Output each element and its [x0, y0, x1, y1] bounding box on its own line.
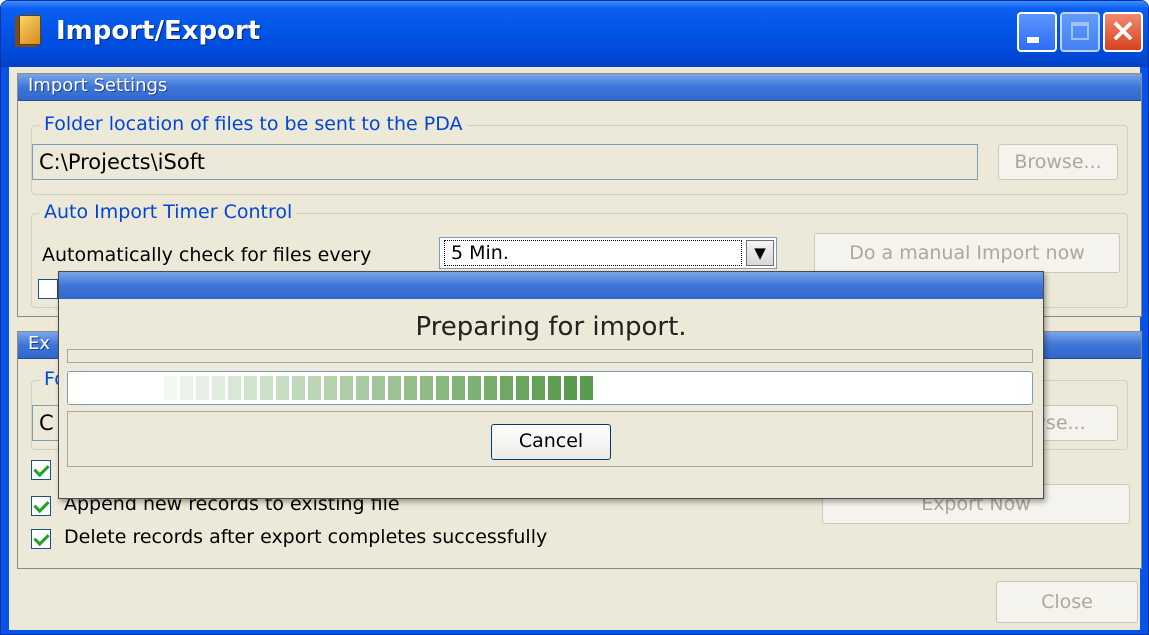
progress-segment [580, 376, 593, 400]
title-bar[interactable]: Import/Export × [1, 1, 1148, 67]
minimize-button[interactable] [1017, 12, 1057, 52]
progress-fill [68, 376, 1032, 400]
progress-segment [196, 376, 209, 400]
progress-segment [516, 376, 529, 400]
progress-segment [404, 376, 417, 400]
progress-segment [292, 376, 305, 400]
app-book-icon [15, 15, 41, 47]
progress-segment [484, 376, 497, 400]
append-records-checkbox[interactable] [31, 496, 51, 516]
progress-segment [324, 376, 337, 400]
delete-records-label: Delete records after export completes su… [64, 526, 548, 548]
auto-import-timer-legend: Auto Import Timer Control [40, 201, 297, 223]
progress-segment [548, 376, 561, 400]
window-title: Import/Export [56, 16, 261, 46]
progress-segment [244, 376, 257, 400]
close-window-button[interactable]: × [1103, 11, 1143, 52]
import-export-window: Import/Export × Import Settings Folder l… [0, 0, 1149, 635]
interval-select-value: 5 Min. [444, 240, 742, 266]
progress-segment [564, 376, 577, 400]
progress-segment [212, 376, 225, 400]
maximize-icon [1071, 22, 1089, 40]
manual-import-button[interactable]: Do a manual Import now [814, 233, 1120, 273]
progress-divider-bar [67, 349, 1033, 363]
progress-message: Preparing for import. [415, 312, 687, 342]
progress-segment [372, 376, 385, 400]
progress-segment [164, 376, 177, 400]
close-icon: × [1109, 11, 1137, 49]
cancel-button[interactable]: Cancel [491, 424, 611, 460]
progress-dialog-title-bar[interactable] [59, 272, 1043, 299]
import-settings-title: Import Settings [28, 75, 168, 96]
export-option-checkbox-1[interactable] [31, 460, 51, 480]
chevron-down-icon[interactable]: ▼ [746, 240, 774, 266]
progress-segment [452, 376, 465, 400]
progress-segment [420, 376, 433, 400]
progress-segment [180, 376, 193, 400]
delete-records-checkbox[interactable] [31, 529, 51, 549]
minimize-icon [1027, 37, 1039, 43]
close-button[interactable]: Close [996, 581, 1138, 623]
progress-segment [356, 376, 369, 400]
export-settings-title: Ex [28, 333, 51, 354]
progress-segment [388, 376, 401, 400]
import-browse-button[interactable]: Browse... [998, 144, 1118, 180]
import-progress-bar [67, 371, 1033, 405]
import-settings-header: Import Settings [18, 74, 1141, 101]
interval-select[interactable]: 5 Min. ▼ [439, 237, 777, 269]
progress-segment [468, 376, 481, 400]
import-progress-dialog: Preparing for import. Cancel [58, 271, 1044, 499]
progress-segment [228, 376, 241, 400]
folder-location-legend: Folder location of files to be sent to t… [40, 113, 467, 135]
progress-segment [436, 376, 449, 400]
progress-segment [260, 376, 273, 400]
folder-location-group: Folder location of files to be sent to t… [31, 113, 1128, 195]
progress-segment [500, 376, 513, 400]
progress-segment [308, 376, 321, 400]
auto-import-enable-checkbox[interactable] [38, 279, 58, 299]
progress-segment [532, 376, 545, 400]
maximize-button[interactable] [1060, 12, 1100, 52]
check-interval-label: Automatically check for files every [42, 244, 372, 266]
progress-segment [276, 376, 289, 400]
window-border-bottom [1, 630, 1148, 634]
import-folder-path-field[interactable]: C:\Projects\iSoft [32, 144, 978, 180]
window-border-left [1, 67, 9, 634]
progress-segment [340, 376, 353, 400]
